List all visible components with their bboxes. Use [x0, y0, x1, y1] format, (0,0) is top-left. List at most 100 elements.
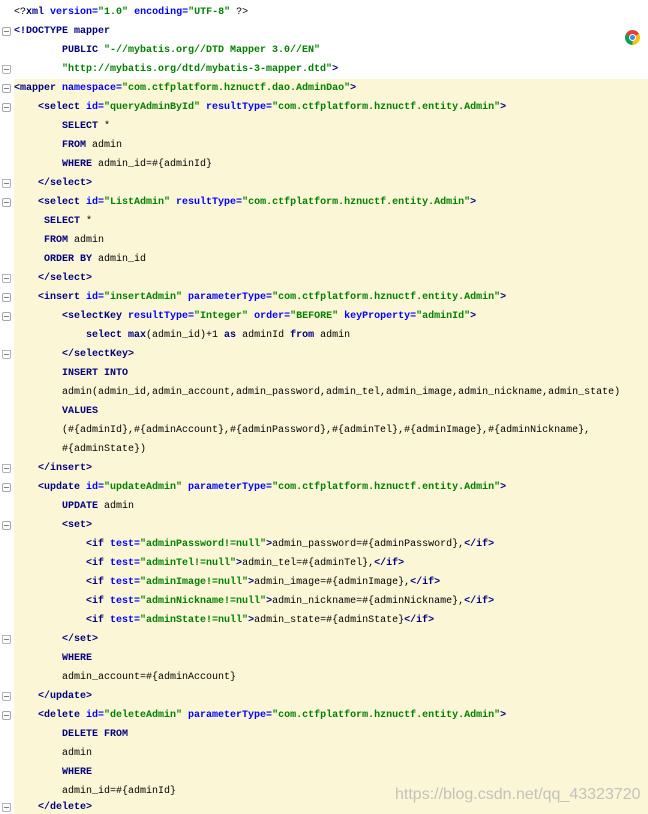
- code-text: ORDER BY admin_id: [14, 250, 648, 269]
- fold-end-icon[interactable]: [2, 349, 11, 359]
- gutter-cell: [0, 440, 14, 459]
- code-line[interactable]: <delete id="deleteAdmin" parameterType="…: [0, 706, 648, 725]
- code-text: </select>: [14, 269, 648, 288]
- code-line[interactable]: admin(admin_id,admin_account,admin_passw…: [0, 383, 648, 402]
- code-line[interactable]: </set>: [0, 630, 648, 649]
- fold-collapse-icon[interactable]: [2, 102, 11, 112]
- xml-tag-token: </if>: [374, 558, 405, 569]
- gutter-cell: [0, 3, 14, 22]
- code-text: #{adminState}): [14, 440, 648, 459]
- code-line[interactable]: <?xml version="1.0" encoding="UTF-8" ?>: [0, 3, 648, 22]
- code-line[interactable]: FROM admin: [0, 231, 648, 250]
- code-line[interactable]: PUBLIC "-//mybatis.org//DTD Mapper 3.0//…: [0, 41, 648, 60]
- sql-keyword-token: select max: [14, 330, 147, 341]
- gutter-cell: [0, 611, 14, 630]
- code-text: <select id="queryAdminById" resultType="…: [14, 98, 648, 117]
- code-line[interactable]: WHERE: [0, 649, 648, 668]
- fold-collapse-icon[interactable]: [2, 520, 11, 530]
- code-line[interactable]: (#{adminId},#{adminAccount},#{adminPassw…: [0, 421, 648, 440]
- code-line[interactable]: WHERE admin_id=#{adminId}: [0, 155, 648, 174]
- fold-collapse-icon[interactable]: [2, 26, 11, 36]
- xml-attribute-value-token: "adminNickname!=null": [140, 596, 267, 607]
- chrome-icon[interactable]: [625, 30, 640, 45]
- sql-keyword-token: ORDER BY: [14, 254, 93, 265]
- fold-collapse-icon[interactable]: [2, 197, 11, 207]
- xml-tag-token: </selectKey>: [14, 349, 135, 360]
- gutter-cell: [0, 117, 14, 136]
- xml-tag-token: <mapper: [14, 83, 57, 94]
- xml-attribute-token: test=: [104, 615, 141, 626]
- code-text-token: admin_password=#{adminPassword},: [272, 539, 465, 550]
- gutter-cell: [0, 22, 14, 41]
- sql-keyword-token: WHERE: [14, 159, 93, 170]
- sql-keyword-token: FROM: [14, 235, 69, 246]
- fold-end-icon[interactable]: [2, 273, 11, 283]
- code-text: <!DOCTYPE mapper: [14, 22, 648, 41]
- code-line[interactable]: <!DOCTYPE mapper: [0, 22, 648, 41]
- xml-tag-token: <select: [14, 197, 81, 208]
- code-line[interactable]: </select>: [0, 174, 648, 193]
- code-line[interactable]: </update>: [0, 687, 648, 706]
- fold-collapse-icon[interactable]: [2, 292, 11, 302]
- code-line[interactable]: SELECT *: [0, 117, 648, 136]
- code-text-token: admin_nickname=#{adminNickname},: [272, 596, 465, 607]
- xml-attribute-value-token: "adminImage!=null": [140, 577, 249, 588]
- code-line[interactable]: select max(admin_id)+1 as adminId from a…: [0, 326, 648, 345]
- fold-end-icon[interactable]: [2, 64, 11, 74]
- fold-collapse-icon[interactable]: [2, 482, 11, 492]
- fold-collapse-icon[interactable]: [2, 311, 11, 321]
- code-line[interactable]: <mapper namespace="com.ctfplatform.hznuc…: [0, 79, 648, 98]
- sql-keyword-token: INSERT INTO: [14, 368, 129, 379]
- code-text-token: admin_id=#{adminId}: [14, 786, 177, 797]
- xml-attribute-value-token: "updateAdmin": [104, 482, 183, 493]
- code-line[interactable]: FROM admin: [0, 136, 648, 155]
- code-line[interactable]: </select>: [0, 269, 648, 288]
- xml-attribute-value-token: "http://mybatis.org/dtd/mybatis-3-mapper…: [14, 64, 333, 75]
- code-text-token: <?: [14, 7, 27, 18]
- code-line[interactable]: INSERT INTO: [0, 364, 648, 383]
- gutter-cell: [0, 801, 14, 814]
- gutter-cell: [0, 459, 14, 478]
- xml-attribute-token: id=: [80, 292, 105, 303]
- code-text-token: admin: [98, 501, 135, 512]
- code-line[interactable]: <if test="adminImage!=null">admin_image=…: [0, 573, 648, 592]
- code-line[interactable]: </selectKey>: [0, 345, 648, 364]
- xml-tag-token: </if>: [410, 577, 441, 588]
- code-line[interactable]: admin_account=#{adminAccount}: [0, 668, 648, 687]
- code-line[interactable]: SELECT *: [0, 212, 648, 231]
- code-line[interactable]: WHERE: [0, 763, 648, 782]
- fold-end-icon[interactable]: [2, 802, 11, 812]
- fold-end-icon[interactable]: [2, 691, 11, 701]
- code-text: <update id="updateAdmin" parameterType="…: [14, 478, 648, 497]
- fold-end-icon[interactable]: [2, 634, 11, 644]
- code-line[interactable]: admin: [0, 744, 648, 763]
- code-line[interactable]: <set>: [0, 516, 648, 535]
- code-text: FROM admin: [14, 231, 648, 250]
- code-text: <selectKey resultType="Integer" order="B…: [14, 307, 648, 326]
- fold-collapse-icon[interactable]: [2, 83, 11, 93]
- code-line[interactable]: #{adminState}): [0, 440, 648, 459]
- code-line[interactable]: <if test="adminState!=null">admin_state=…: [0, 611, 648, 630]
- gutter-cell: [0, 79, 14, 98]
- code-line[interactable]: <if test="adminPassword!=null">admin_pas…: [0, 535, 648, 554]
- xml-attribute-token: parameterType=: [182, 292, 273, 303]
- code-line[interactable]: <if test="adminNickname!=null">admin_nic…: [0, 592, 648, 611]
- code-line[interactable]: <select id="ListAdmin" resultType="com.c…: [0, 193, 648, 212]
- code-line[interactable]: <insert id="insertAdmin" parameterType="…: [0, 288, 648, 307]
- code-line[interactable]: UPDATE admin: [0, 497, 648, 516]
- code-line[interactable]: <if test="adminTel!=null">admin_tel=#{ad…: [0, 554, 648, 573]
- code-line[interactable]: ORDER BY admin_id: [0, 250, 648, 269]
- sql-keyword-token: VALUES: [14, 406, 99, 417]
- code-line[interactable]: <update id="updateAdmin" parameterType="…: [0, 478, 648, 497]
- fold-end-icon[interactable]: [2, 178, 11, 188]
- fold-end-icon[interactable]: [2, 463, 11, 473]
- code-line[interactable]: <select id="queryAdminById" resultType="…: [0, 98, 648, 117]
- code-line[interactable]: "http://mybatis.org/dtd/mybatis-3-mapper…: [0, 60, 648, 79]
- code-line[interactable]: </insert>: [0, 459, 648, 478]
- xml-attribute-token: parameterType=: [182, 710, 273, 721]
- code-line[interactable]: DELETE FROM: [0, 725, 648, 744]
- code-line[interactable]: VALUES: [0, 402, 648, 421]
- code-line[interactable]: <selectKey resultType="Integer" order="B…: [0, 307, 648, 326]
- code-editor[interactable]: <?xml version="1.0" encoding="UTF-8" ?> <…: [0, 0, 648, 814]
- fold-collapse-icon[interactable]: [2, 710, 11, 720]
